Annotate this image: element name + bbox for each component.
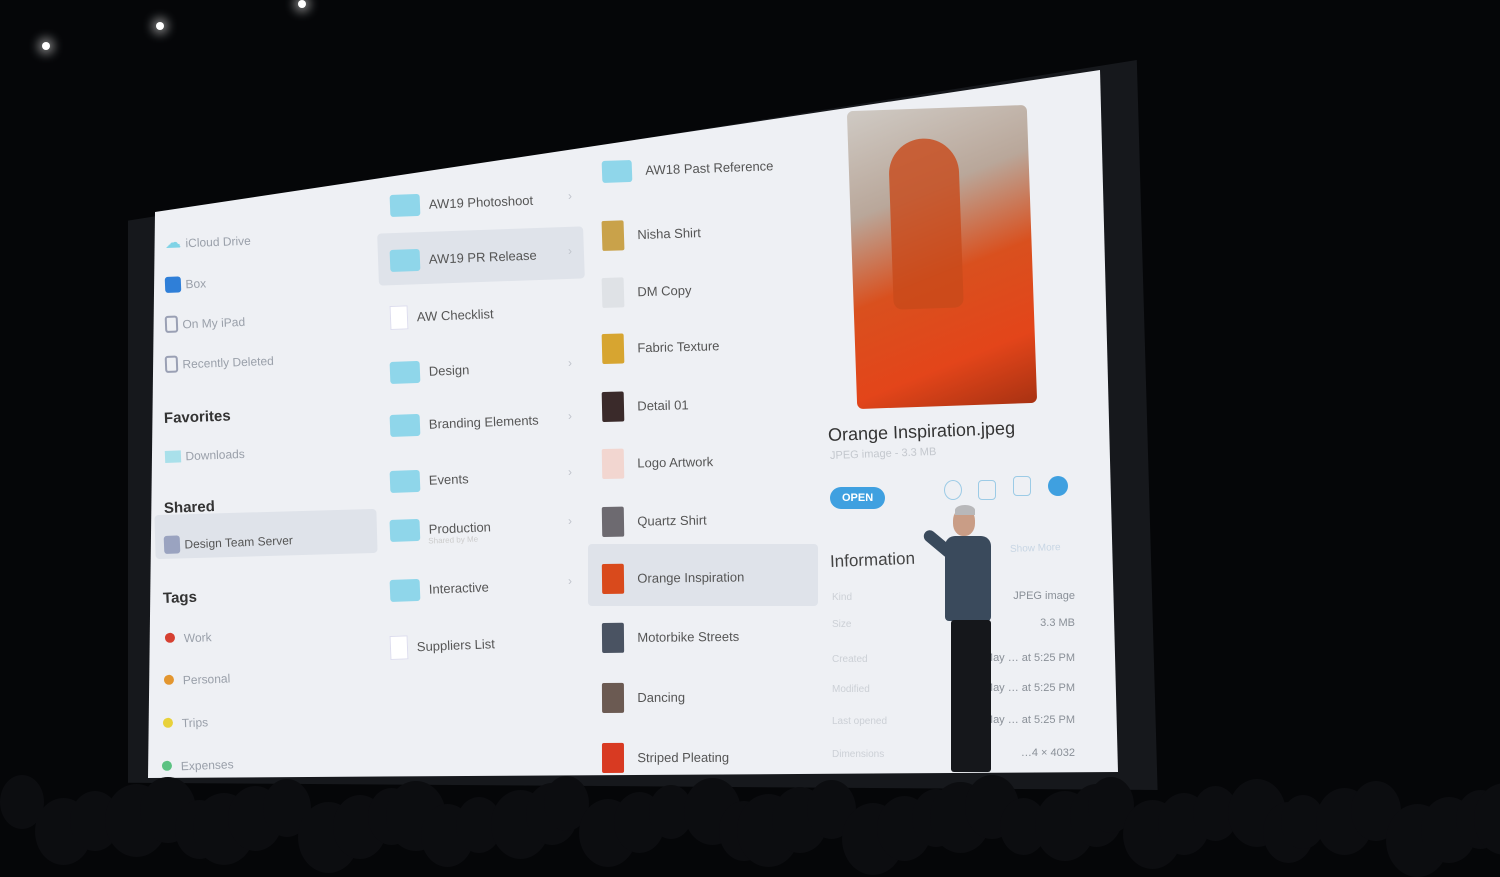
audience — [0, 0, 1500, 877]
